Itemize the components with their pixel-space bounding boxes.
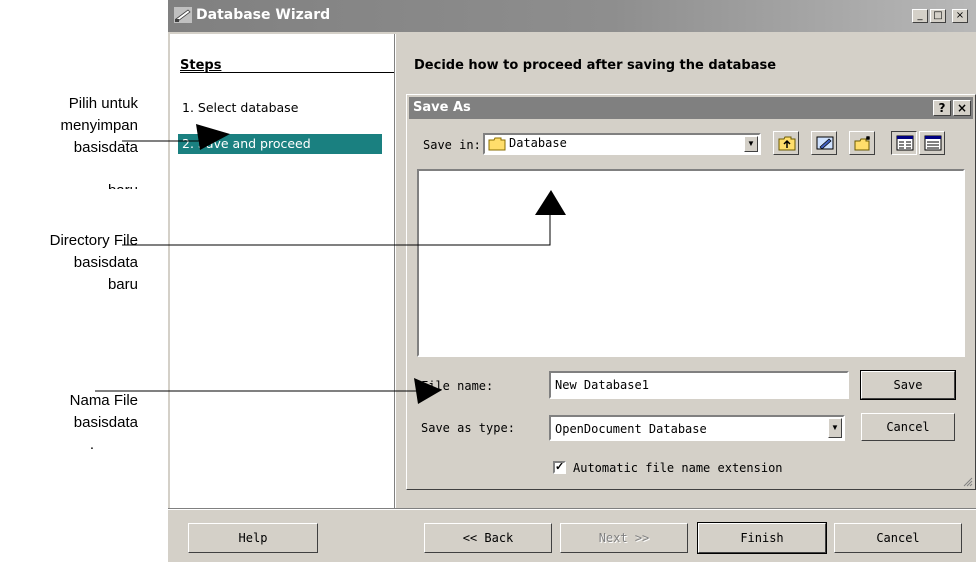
cancel-button[interactable]: Cancel	[861, 413, 955, 441]
wizard-footer: Help << Back Next >> Finish Cancel	[168, 508, 976, 562]
save-as-type-dropdown[interactable]: OpenDocument Database ▼	[549, 415, 845, 441]
save-in-label: Save in:	[423, 138, 481, 152]
chevron-down-icon[interactable]: ▼	[828, 418, 842, 438]
file-name-field[interactable]: New Database1	[549, 371, 849, 399]
close-button[interactable]: ×	[952, 9, 968, 23]
annotation-directory: Directory File basisdata baru	[49, 232, 138, 293]
footer-cancel-button[interactable]: Cancel	[834, 523, 962, 553]
details-view-button[interactable]	[919, 131, 945, 155]
auto-extension-label: Automatic file name extension	[573, 461, 783, 475]
help-question-button[interactable]: ?	[933, 100, 951, 116]
maximize-button[interactable]: □	[930, 9, 946, 23]
save-as-dialog: Save As ? × Save in: Database ▼ File nam…	[406, 94, 976, 490]
help-button[interactable]: Help	[188, 523, 318, 553]
new-folder-icon	[854, 136, 870, 151]
back-button[interactable]: << Back	[424, 523, 552, 553]
steps-pane: Steps 1. Select database 2. Save and pro…	[170, 34, 394, 508]
file-directory-list[interactable]	[417, 169, 965, 357]
step-select-database[interactable]: 1. Select database	[178, 98, 382, 118]
annotation-save-new: Pilih untuk menyimpan basisdata baru	[60, 95, 138, 189]
steps-divider	[180, 72, 394, 73]
save-as-type-value: OpenDocument Database	[555, 422, 707, 436]
list-view-icon	[896, 135, 914, 151]
save-button[interactable]: Save	[860, 370, 956, 400]
details-view-icon	[924, 135, 942, 151]
resize-grip-icon[interactable]	[961, 475, 973, 487]
database-wizard-window: Database Wizard _ □ × Steps 1. Select da…	[168, 0, 976, 562]
chevron-down-icon[interactable]: ▼	[744, 136, 758, 152]
next-button: Next >>	[560, 523, 688, 553]
page-title: Decide how to proceed after saving the d…	[414, 58, 777, 73]
folder-icon	[488, 137, 506, 151]
save-as-type-label: Save as type:	[421, 421, 515, 435]
desktop-button[interactable]	[811, 131, 837, 155]
database-wizard-icon	[174, 7, 192, 23]
new-folder-button[interactable]	[849, 131, 875, 155]
auto-extension-checkbox[interactable]: ✓	[553, 461, 566, 474]
finish-button[interactable]: Finish	[697, 522, 827, 554]
annotation-filename: Nama File basisdata .	[69, 392, 138, 453]
window-titlebar: Database Wizard _ □ ×	[168, 0, 976, 32]
desktop-icon	[816, 136, 834, 150]
file-name-value: New Database1	[555, 378, 649, 392]
save-in-dropdown[interactable]: Database ▼	[483, 133, 761, 155]
dialog-close-button[interactable]: ×	[953, 100, 971, 116]
step-save-and-proceed[interactable]: 2. Save and proceed	[178, 134, 382, 154]
up-one-level-button[interactable]	[773, 131, 799, 155]
minimize-button[interactable]: _	[912, 9, 928, 23]
steps-heading: Steps	[180, 58, 222, 73]
save-as-title: Save As	[413, 100, 471, 115]
window-title: Database Wizard	[196, 7, 331, 23]
list-view-button[interactable]	[891, 131, 917, 155]
folder-up-icon	[778, 136, 796, 151]
pane-divider	[394, 34, 396, 508]
file-name-label: File name:	[421, 379, 494, 393]
save-as-titlebar: Save As ? ×	[409, 97, 973, 119]
save-in-value: Database	[509, 136, 567, 150]
